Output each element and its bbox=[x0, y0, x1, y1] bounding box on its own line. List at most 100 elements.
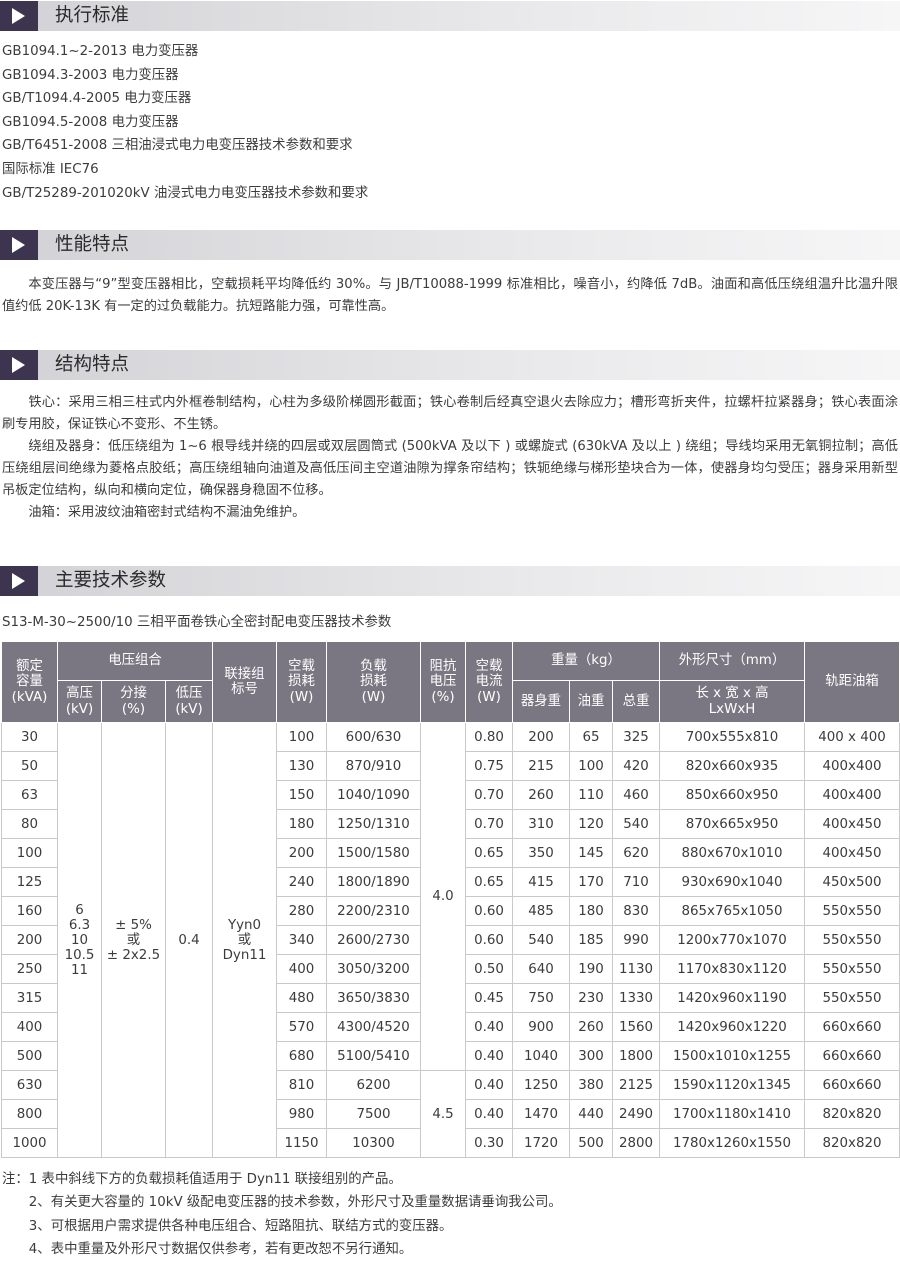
total-weight-cell: 710 bbox=[612, 867, 660, 897]
total-weight-cell: 540 bbox=[612, 809, 660, 839]
rail-cell: 400x400 bbox=[804, 780, 900, 810]
oil-weight-cell: 500 bbox=[569, 1128, 613, 1158]
rail-cell: 660x660 bbox=[804, 1070, 900, 1100]
dimensions-cell: 700x555x810 bbox=[659, 722, 805, 752]
capacity-cell: 125 bbox=[1, 867, 58, 897]
noload-loss-cell: 570 bbox=[276, 1012, 327, 1042]
header-impedance: 阻抗 电压 (%) bbox=[420, 641, 466, 723]
noload-current-cell: 0.65 bbox=[465, 838, 513, 868]
oil-weight-cell: 260 bbox=[569, 1012, 613, 1042]
play-triangle-icon bbox=[12, 237, 25, 253]
noload-loss-cell: 200 bbox=[276, 838, 327, 868]
noload-current-cell: 0.70 bbox=[465, 780, 513, 810]
body-weight-cell: 1040 bbox=[512, 1041, 570, 1071]
dimensions-cell: 880x670x1010 bbox=[659, 838, 805, 868]
standard-item: GB1094.3-2003 电力变压器 bbox=[2, 67, 179, 83]
rail-cell: 400x450 bbox=[804, 809, 900, 839]
total-weight-cell: 1560 bbox=[612, 1012, 660, 1042]
dimensions-cell: 1590x1120x1345 bbox=[659, 1070, 805, 1100]
noload-current-cell: 0.70 bbox=[465, 809, 513, 839]
load-loss-cell: 6200 bbox=[326, 1070, 421, 1100]
total-weight-cell: 620 bbox=[612, 838, 660, 868]
noload-current-cell: 0.75 bbox=[465, 751, 513, 781]
dimensions-cell: 820x660x935 bbox=[659, 751, 805, 781]
header-load-loss: 负载 损耗 (W) bbox=[326, 641, 421, 723]
header-capacity: 额定 容量 (kVA) bbox=[1, 641, 58, 723]
play-triangle-icon bbox=[12, 573, 25, 589]
structure-core-text: 铁心：采用三相三柱式内外框卷制结构，心柱为多级阶梯圆形截面；铁心卷制后经真空退火… bbox=[2, 395, 898, 432]
header-weight: 重量（kg） bbox=[512, 641, 660, 681]
total-weight-cell: 2800 bbox=[612, 1128, 660, 1158]
noload-current-cell: 0.45 bbox=[465, 983, 513, 1013]
rail-cell: 550x550 bbox=[804, 925, 900, 955]
header-total-weight: 总重 bbox=[612, 680, 660, 723]
rail-cell: 550x550 bbox=[804, 954, 900, 984]
body-weight-cell: 485 bbox=[512, 896, 570, 926]
body-weight-cell: 200 bbox=[512, 722, 570, 752]
load-loss-cell: 1250/1310 bbox=[326, 809, 421, 839]
noload-loss-cell: 1150 bbox=[276, 1128, 327, 1158]
noload-current-cell: 0.80 bbox=[465, 722, 513, 752]
body-weight-cell: 310 bbox=[512, 809, 570, 839]
load-loss-cell: 1800/1890 bbox=[326, 867, 421, 897]
header-tap: 分接 (%) bbox=[101, 680, 166, 723]
table-row: 30 6 6.3 10 10.5 11 ± 5% 或 ± 2x2.5 0.4 Yyn0 … bbox=[1, 722, 900, 1158]
noload-loss-cell: 240 bbox=[276, 867, 327, 897]
rail-cell: 450x500 bbox=[804, 867, 900, 897]
noload-current-cell: 0.40 bbox=[465, 1070, 513, 1100]
load-loss-cell: 2600/2730 bbox=[326, 925, 421, 955]
impedance-cell: 4.0 bbox=[420, 722, 466, 1071]
noload-loss-cell: 400 bbox=[276, 954, 327, 984]
body-weight-cell: 350 bbox=[512, 838, 570, 868]
load-loss-cell: 2200/2310 bbox=[326, 896, 421, 926]
rail-cell: 550x550 bbox=[804, 983, 900, 1013]
capacity-cell: 50 bbox=[1, 751, 58, 781]
noload-loss-cell: 180 bbox=[276, 809, 327, 839]
total-weight-cell: 2490 bbox=[612, 1099, 660, 1129]
section-header-standards: 执行标准 bbox=[0, 1, 900, 31]
rail-cell: 400x450 bbox=[804, 838, 900, 868]
load-loss-cell: 1500/1580 bbox=[326, 838, 421, 868]
capacity-cell: 200 bbox=[1, 925, 58, 955]
dimensions-cell: 1170x830x1120 bbox=[659, 954, 805, 984]
structure-winding-text: 绕组及器身：低压绕组为 1~6 根导线并绕的四层或双层圆筒式 (500kVA 及… bbox=[2, 439, 898, 498]
standard-item: GB/T6451-2008 三相油浸式电力电变压器技术参数和要求 bbox=[2, 138, 353, 154]
play-triangle-icon bbox=[12, 8, 25, 24]
section-header-performance: 性能特点 bbox=[0, 230, 900, 260]
dimensions-cell: 930x690x1040 bbox=[659, 867, 805, 897]
capacity-cell: 100 bbox=[1, 838, 58, 868]
noload-loss-cell: 340 bbox=[276, 925, 327, 955]
total-weight-cell: 460 bbox=[612, 780, 660, 810]
standard-item: GB/T25289-201020kV 油浸式电力电变压器技术参数和要求 bbox=[2, 185, 369, 201]
oil-weight-cell: 230 bbox=[569, 983, 613, 1013]
note-item: 2、有关更大容量的 10kV 级配电变压器的技术参数，外形尺寸及重量数据请垂询我… bbox=[2, 1195, 562, 1211]
oil-weight-cell: 440 bbox=[569, 1099, 613, 1129]
capacity-cell: 63 bbox=[1, 780, 58, 810]
noload-current-cell: 0.60 bbox=[465, 896, 513, 926]
header-oil-weight: 油重 bbox=[569, 680, 613, 723]
capacity-cell: 315 bbox=[1, 983, 58, 1013]
noload-loss-cell: 280 bbox=[276, 896, 327, 926]
capacity-cell: 1000 bbox=[1, 1128, 58, 1158]
header-lv: 低压 (kV) bbox=[165, 680, 213, 723]
body-weight-cell: 900 bbox=[512, 1012, 570, 1042]
dimensions-cell: 1200x770x1070 bbox=[659, 925, 805, 955]
total-weight-cell: 990 bbox=[612, 925, 660, 955]
total-weight-cell: 1130 bbox=[612, 954, 660, 984]
body-weight-cell: 1470 bbox=[512, 1099, 570, 1129]
header-connection: 联接组 标号 bbox=[212, 641, 277, 723]
header-rail: 轨距油箱 bbox=[804, 641, 900, 723]
connection-cell: Yyn0 或 Dyn11 bbox=[212, 722, 277, 1158]
capacity-cell: 500 bbox=[1, 1041, 58, 1071]
capacity-cell: 160 bbox=[1, 896, 58, 926]
total-weight-cell: 325 bbox=[612, 722, 660, 752]
rail-cell: 820x820 bbox=[804, 1099, 900, 1129]
rail-cell: 820x820 bbox=[804, 1128, 900, 1158]
section-marker bbox=[0, 566, 38, 596]
oil-weight-cell: 180 bbox=[569, 896, 613, 926]
load-loss-cell: 600/630 bbox=[326, 722, 421, 752]
standard-item: GB1094.1~2-2013 电力变压器 bbox=[2, 44, 199, 59]
impedance-cell: 4.5 bbox=[420, 1070, 466, 1158]
oil-weight-cell: 110 bbox=[569, 780, 613, 810]
oil-weight-cell: 380 bbox=[569, 1070, 613, 1100]
